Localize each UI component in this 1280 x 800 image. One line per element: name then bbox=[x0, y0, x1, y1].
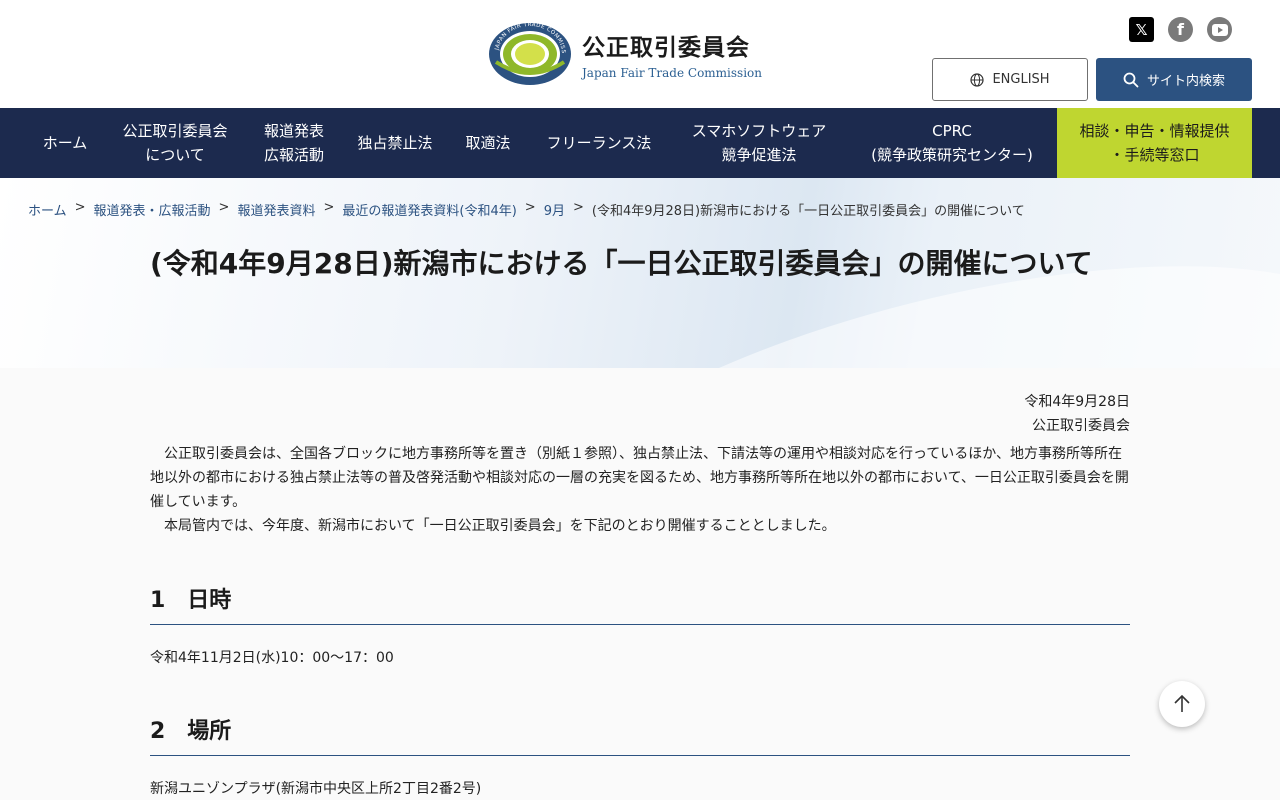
breadcrumb-separator: > bbox=[572, 200, 584, 215]
site-logo[interactable]: JAPAN FAIR TRADE COMMISSION 公正取引委員会 Japa… bbox=[488, 22, 762, 86]
breadcrumb-press[interactable]: 報道発表・広報活動 bbox=[94, 200, 211, 219]
nav-item-press[interactable]: 報道発表 広報活動 bbox=[250, 108, 338, 178]
nav-item-antimonopoly[interactable]: 独占禁止法 bbox=[345, 108, 445, 178]
arrow-up-icon bbox=[1174, 694, 1190, 712]
site-search-button[interactable]: サイト内検索 bbox=[1096, 58, 1252, 101]
site-title-en: Japan Fair Trade Commission bbox=[582, 65, 762, 80]
section-heading-venue: 2 場所 bbox=[150, 713, 1130, 756]
breadcrumb-recent-r4[interactable]: 最近の報道発表資料(令和4年) bbox=[342, 200, 516, 219]
nav-item-about[interactable]: 公正取引委員会 について bbox=[108, 108, 242, 178]
jftc-emblem-icon: JAPAN FAIR TRADE COMMISSION bbox=[488, 22, 571, 85]
breadcrumb: ホーム > 報道発表・広報活動 > 報道発表資料 > 最近の報道発表資料(令和4… bbox=[28, 200, 1025, 219]
breadcrumb-separator: > bbox=[74, 200, 86, 215]
breadcrumb-press-materials[interactable]: 報道発表資料 bbox=[237, 200, 315, 219]
release-date: 令和4年9月28日 bbox=[1024, 394, 1130, 410]
facebook-icon[interactable]: f bbox=[1168, 17, 1193, 42]
breadcrumb-separator: > bbox=[323, 200, 335, 215]
breadcrumb-current: (令和4年9月28日)新潟市における「一日公正取引委員会」の開催について bbox=[591, 204, 1025, 219]
globe-icon bbox=[970, 72, 985, 87]
logo-text: 公正取引委員会 Japan Fair Trade Commission bbox=[582, 33, 762, 80]
search-icon bbox=[1123, 72, 1139, 87]
page-hero: ホーム > 報道発表・広報活動 > 報道発表資料 > 最近の報道発表資料(令和4… bbox=[0, 178, 1280, 368]
nav-item-freelance[interactable]: フリーランス法 bbox=[530, 108, 668, 178]
page-title: (令和4年9月28日)新潟市における「一日公正取引委員会」の開催について bbox=[150, 247, 1093, 280]
notice-paragraph: 本局管内では、今年度、新潟市において「一日公正取引委員会」を下記のとおり開催する… bbox=[164, 518, 836, 534]
x-icon[interactable]: 𝕏 bbox=[1129, 17, 1154, 42]
breadcrumb-home[interactable]: ホーム bbox=[28, 200, 67, 219]
global-nav: ホーム 公正取引委員会 について 報道発表 広報活動 独占禁止法 取適法 フリー… bbox=[0, 108, 1280, 178]
nav-item-cprc[interactable]: CPRC (競争政策研究センター) bbox=[852, 108, 1052, 178]
breadcrumb-separator: > bbox=[218, 200, 230, 215]
intro-paragraph: 公正取引委員会は、全国各ブロックに地方事務所等を置き（別紙１参照）、独占禁止法、… bbox=[150, 446, 1129, 510]
search-button-label: サイト内検索 bbox=[1146, 74, 1225, 89]
youtube-icon[interactable] bbox=[1207, 17, 1232, 42]
section-heading-datetime: 1 日時 bbox=[150, 582, 1130, 625]
nav-item-smartphone[interactable]: スマホソフトウェア 競争促進法 bbox=[674, 108, 844, 178]
section-text-venue: 新潟ユニゾンプラザ(新潟市中央区上所2丁目2番2号) bbox=[150, 781, 482, 797]
play-icon bbox=[1211, 23, 1228, 36]
social-links: 𝕏 f bbox=[1129, 17, 1232, 42]
breadcrumb-separator: > bbox=[524, 200, 536, 215]
english-button[interactable]: ENGLISH bbox=[932, 58, 1088, 101]
date-issuer-block: 令和4年9月28日 公正取引委員会 bbox=[1024, 390, 1130, 438]
back-to-top-button[interactable] bbox=[1159, 681, 1205, 727]
site-header: JAPAN FAIR TRADE COMMISSION 公正取引委員会 Japa… bbox=[0, 0, 1280, 108]
english-button-label: ENGLISH bbox=[992, 72, 1050, 87]
nav-item-consultation[interactable]: 相談・申告・情報提供 ・手続等窓口 bbox=[1057, 108, 1252, 178]
breadcrumb-september[interactable]: 9月 bbox=[544, 200, 565, 219]
nav-item-subcontract[interactable]: 取適法 bbox=[452, 108, 524, 178]
nav-item-home[interactable]: ホーム bbox=[26, 108, 104, 178]
site-title-jp: 公正取引委員会 bbox=[582, 34, 750, 61]
section-text-datetime: 令和4年11月2日(水)10：00～17：00 bbox=[150, 650, 394, 666]
issuer: 公正取引委員会 bbox=[1032, 418, 1130, 434]
